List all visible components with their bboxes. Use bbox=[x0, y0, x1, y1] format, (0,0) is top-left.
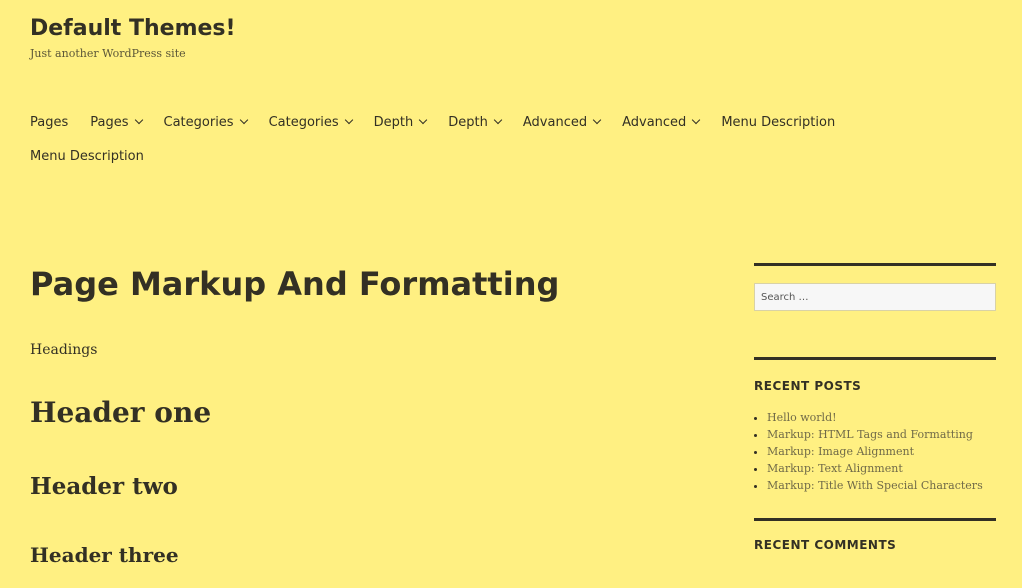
chevron-down-icon bbox=[493, 115, 503, 125]
chevron-down-icon bbox=[239, 115, 248, 125]
nav-item-depth[interactable]: Depth bbox=[373, 112, 428, 132]
nav-item-menu-description-2[interactable]: Menu Description bbox=[30, 146, 144, 166]
nav-item-label: Pages bbox=[90, 114, 129, 130]
sidebar: RECENT POSTS Hello world! Markup: HTML T… bbox=[754, 263, 996, 552]
nav-item-pages-submenu[interactable]: Pages bbox=[90, 112, 143, 132]
nav-item-label: Categories bbox=[163, 114, 234, 130]
search-widget bbox=[754, 263, 996, 357]
nav-item-label: Advanced bbox=[522, 114, 588, 130]
chevron-down-icon bbox=[592, 115, 602, 125]
header-two: Header two bbox=[30, 473, 178, 500]
chevron-down-icon bbox=[419, 115, 428, 125]
nav-item-categories-2[interactable]: Categories bbox=[268, 112, 353, 132]
recent-post-link[interactable]: Markup: Title With Special Characters bbox=[767, 477, 996, 494]
section-label: Headings bbox=[30, 342, 98, 358]
nav-item-label: Menu Description bbox=[30, 148, 144, 164]
nav-item-label: Depth bbox=[373, 114, 414, 130]
nav-item-categories[interactable]: Categories bbox=[163, 112, 248, 132]
recent-posts-list: Hello world! Markup: HTML Tags and Forma… bbox=[754, 409, 996, 494]
nav-item-label: Pages bbox=[30, 114, 69, 130]
search-input[interactable] bbox=[754, 283, 996, 311]
chevron-down-icon bbox=[344, 115, 353, 125]
nav-item-advanced-2[interactable]: Advanced bbox=[622, 112, 701, 132]
nav-item-menu-description[interactable]: Menu Description bbox=[721, 112, 835, 132]
chevron-down-icon bbox=[134, 115, 143, 125]
recent-posts-widget: RECENT POSTS Hello world! Markup: HTML T… bbox=[754, 357, 996, 518]
page-title: Page Markup And Formatting bbox=[30, 265, 560, 303]
site-tagline: Just another WordPress site bbox=[30, 47, 186, 60]
nav-item-label: Advanced bbox=[622, 114, 687, 130]
recent-post-link[interactable]: Markup: Image Alignment bbox=[767, 443, 996, 460]
nav-item-advanced[interactable]: Advanced bbox=[522, 112, 602, 132]
main-navigation: Pages Pages Categories Categories Depth … bbox=[30, 112, 910, 180]
header-one: Header one bbox=[30, 396, 212, 429]
main-content: Page Markup And Formatting Headings Head… bbox=[30, 262, 710, 568]
nav-item-pages[interactable]: Pages bbox=[30, 112, 68, 132]
recent-comments-title: RECENT COMMENTS bbox=[754, 538, 897, 552]
recent-post-link[interactable]: Markup: Text Alignment bbox=[767, 460, 996, 477]
site-title[interactable]: Default Themes! bbox=[30, 14, 236, 44]
recent-post-link[interactable]: Markup: HTML Tags and Formatting bbox=[767, 426, 996, 443]
nav-item-label: Categories bbox=[268, 114, 339, 130]
nav-item-label: Depth bbox=[448, 114, 488, 130]
header-three: Header three bbox=[30, 543, 179, 567]
chevron-down-icon bbox=[692, 115, 701, 125]
site-header: Default Themes! Just another WordPress s… bbox=[30, 14, 236, 60]
recent-comments-widget: RECENT COMMENTS bbox=[754, 518, 996, 552]
nav-item-label: Menu Description bbox=[721, 114, 836, 130]
recent-post-link[interactable]: Hello world! bbox=[767, 409, 996, 426]
recent-posts-title: RECENT POSTS bbox=[754, 379, 862, 393]
nav-item-depth-2[interactable]: Depth bbox=[448, 112, 503, 132]
